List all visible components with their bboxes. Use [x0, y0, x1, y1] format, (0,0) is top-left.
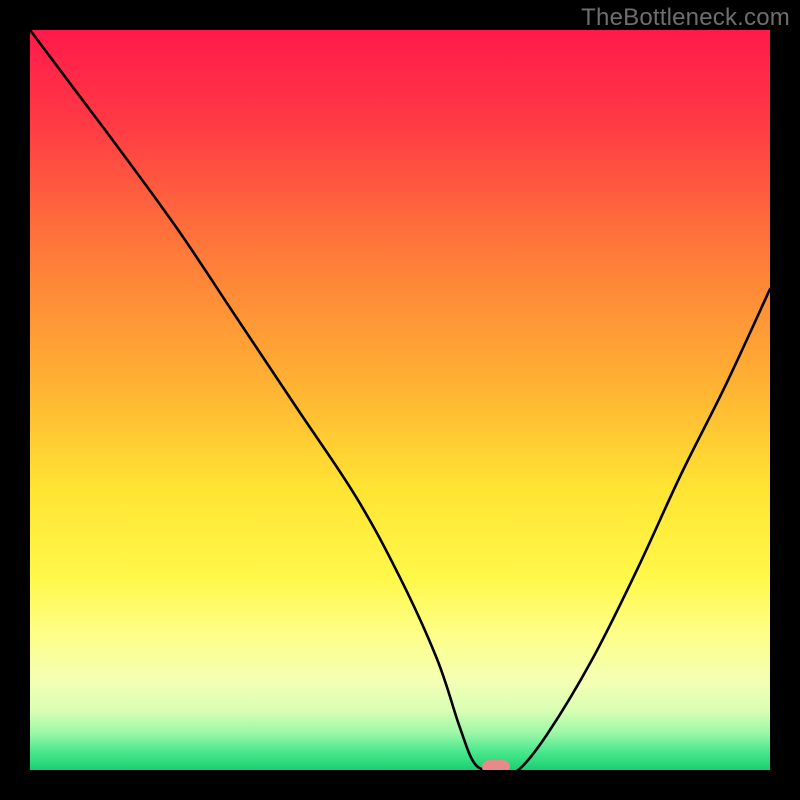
optimal-marker — [482, 760, 510, 770]
bottleneck-curve-path — [30, 30, 770, 770]
curve-svg — [30, 30, 770, 770]
watermark-text: TheBottleneck.com — [581, 4, 790, 32]
plot-area — [30, 30, 770, 770]
chart-stage: TheBottleneck.com — [0, 0, 800, 800]
